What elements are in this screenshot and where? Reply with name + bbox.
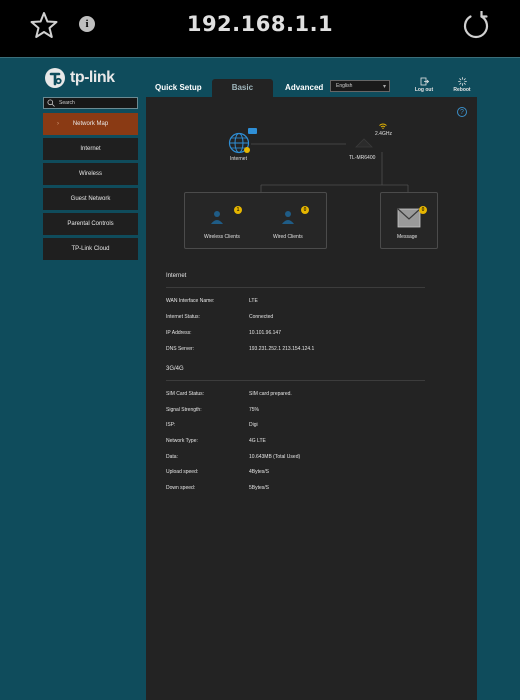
logout-button[interactable]: Log out: [413, 77, 435, 93]
search-placeholder: Search: [59, 100, 75, 106]
info-value: 193.231.252.1 213.154.124.1: [249, 346, 315, 352]
internet-section-title: Internet: [166, 273, 425, 288]
wired-clients-count-badge: 0: [301, 206, 309, 214]
sidebar-item-label: Parental Controls: [67, 221, 114, 227]
wired-clients-icon[interactable]: [280, 209, 296, 225]
info-value: 5Bytes/S: [249, 485, 270, 491]
wireless-clients-icon[interactable]: [209, 209, 225, 225]
info-value: 4Bytes/S: [249, 469, 270, 475]
info-key: Upload speed:: [166, 469, 199, 475]
info-value: LTE: [249, 298, 258, 304]
info-value: 10.643MB (Total Used): [249, 454, 301, 460]
info-value: Digi: [249, 422, 258, 428]
cellular-info-rows: SIM Card Status: SIM card prepared. Signa…: [166, 391, 425, 491]
sidebar-item-network-map[interactable]: › Network Map: [43, 113, 138, 135]
clients-box: [184, 192, 327, 249]
sidebar-item-guest-network[interactable]: Guest Network: [43, 188, 138, 210]
chevron-right-icon: ›: [57, 121, 59, 127]
logout-label: Log out: [414, 87, 434, 93]
wireless-clients-count-badge: 1: [234, 206, 242, 214]
status-check-icon: [244, 147, 250, 153]
info-value: 10.101.96.147: [249, 330, 281, 336]
message-count-badge: 0: [419, 206, 427, 214]
info-value: Connected: [249, 314, 274, 320]
logout-icon: [420, 77, 429, 86]
cellular-section-title: 3G/4G: [166, 366, 425, 381]
sidebar-item-label: Internet: [80, 146, 101, 152]
envelope-icon[interactable]: [397, 208, 421, 228]
tab-basic[interactable]: Basic: [211, 79, 274, 97]
router-model-label: TL-MR6400: [349, 155, 376, 161]
reboot-label: Reboot: [453, 87, 471, 93]
sidebar-item-parental-controls[interactable]: Parental Controls: [43, 213, 138, 235]
sidebar-item-label: Wireless: [78, 171, 102, 177]
sidebar-item-internet[interactable]: Internet: [43, 138, 138, 160]
tab-advanced[interactable]: Advanced: [277, 79, 331, 97]
info-key: Data:: [166, 454, 178, 460]
sidebar-item-tp-link-cloud[interactable]: TP-Link Cloud: [43, 238, 138, 260]
main-panel: ? Internet 2.4GHz TL-MR6400 1 Wireless C…: [146, 97, 477, 700]
logo-text: tp-link: [70, 69, 115, 86]
info-key: WAN Interface Name:: [166, 298, 215, 304]
tp-link-logo: tp-link: [44, 67, 115, 89]
browser-toolbar: i 192.168.1.1: [0, 0, 520, 57]
cellular-section: 3G/4G: [166, 366, 425, 381]
address-bar-url[interactable]: 192.168.1.1: [0, 12, 520, 36]
top-tabs: Quick Setup Basic Advanced: [147, 79, 331, 97]
chevron-down-icon: ▾: [382, 84, 386, 90]
reboot-button[interactable]: Reboot: [451, 77, 473, 93]
internet-section: Internet: [166, 273, 425, 288]
band-label: 2.4GHz: [375, 131, 392, 137]
reboot-icon: [457, 77, 467, 86]
info-key: Down speed:: [166, 485, 196, 491]
reload-icon[interactable]: [462, 11, 490, 39]
info-value: 75%: [249, 407, 260, 413]
info-value: 4G LTE: [249, 438, 266, 444]
language-value: English: [336, 83, 353, 89]
info-key: DNS Server:: [166, 346, 195, 352]
cellular-badge-icon: [248, 128, 257, 134]
sidebar-item-label: Network Map: [72, 121, 109, 127]
info-key: Signal Strength:: [166, 407, 202, 413]
sidebar-item-label: TP-Link Cloud: [71, 246, 110, 252]
search-icon: [47, 99, 55, 107]
sidebar-item-label: Guest Network: [70, 196, 111, 202]
info-key: IP Address:: [166, 330, 192, 336]
router-icon[interactable]: [354, 135, 374, 151]
info-key: Internet Status:: [166, 314, 200, 320]
info-key: SIM Card Status:: [166, 391, 205, 397]
message-label[interactable]: Message: [397, 234, 417, 240]
sidebar-item-wireless[interactable]: Wireless: [43, 163, 138, 185]
search-input[interactable]: Search: [43, 97, 138, 109]
info-key: ISP:: [166, 422, 176, 428]
language-select[interactable]: English ▾: [330, 80, 390, 92]
tp-link-logo-icon: [45, 68, 65, 88]
info-value: SIM card prepared.: [249, 391, 292, 397]
wireless-clients-label[interactable]: Wireless Clients: [204, 234, 240, 240]
internet-info-rows: WAN Interface Name: LTE Internet Status: C…: [166, 298, 425, 358]
info-key: Network Type:: [166, 438, 198, 444]
sidebar: Search › Network Map Internet Wireless G…: [43, 97, 138, 263]
wifi-icon: [379, 123, 387, 129]
network-map: Internet 2.4GHz TL-MR6400 1 Wireless Cli…: [146, 97, 477, 257]
internet-node-label: Internet: [230, 156, 247, 162]
tab-quick-setup[interactable]: Quick Setup: [147, 79, 210, 97]
wired-clients-label[interactable]: Wired Clients: [273, 234, 303, 240]
